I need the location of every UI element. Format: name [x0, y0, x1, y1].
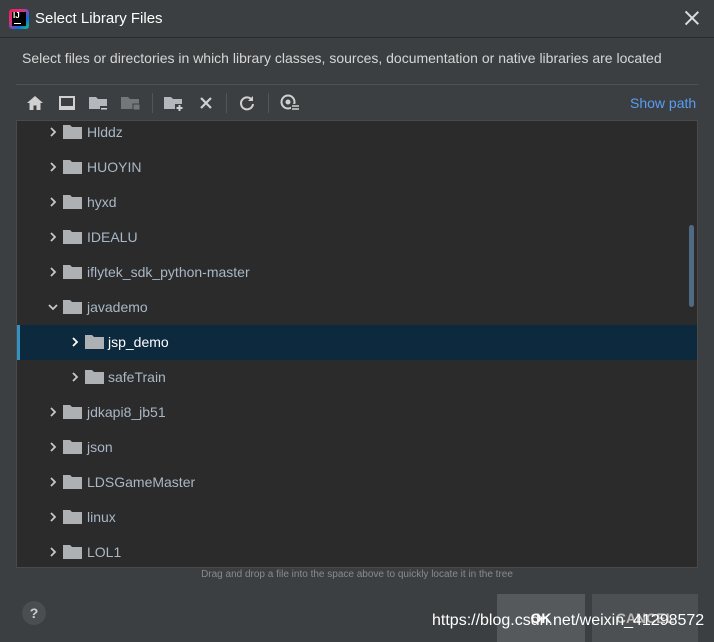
- tree-item-label: safeTrain: [108, 369, 166, 385]
- folder-icon: [63, 160, 82, 174]
- folder-icon: [63, 195, 82, 209]
- tree-row[interactable]: iflytek_sdk_python-master: [17, 255, 697, 290]
- tree-item-label: jsp_demo: [108, 334, 169, 350]
- folder-icon: [63, 405, 82, 419]
- help-button[interactable]: ?: [22, 601, 46, 625]
- toolbar-separator: [268, 93, 269, 113]
- drag-drop-hint: Drag and drop a file into the space abov…: [201, 569, 513, 580]
- title-bar: IJ Select Library Files: [0, 0, 714, 38]
- tree-row[interactable]: LDSGameMaster: [17, 465, 697, 500]
- chevron-right-icon[interactable]: [47, 231, 59, 243]
- tree-scrollbar[interactable]: [689, 225, 694, 307]
- tree-row[interactable]: safeTrain: [17, 360, 697, 395]
- folder-icon: [63, 440, 82, 454]
- dialog-description: Select files or directories in which lib…: [22, 50, 662, 66]
- intellij-logo-icon: IJ: [9, 9, 29, 29]
- tree-row[interactable]: IDEALU: [17, 220, 697, 255]
- chevron-right-icon[interactable]: [47, 476, 59, 488]
- tree-row[interactable]: jdkapi8_jb51: [17, 395, 697, 430]
- folder-icon: [63, 545, 82, 559]
- tree-item-label: LOL1: [87, 544, 122, 560]
- chevron-right-icon[interactable]: [47, 266, 59, 278]
- chevron-right-icon[interactable]: [69, 371, 81, 383]
- toolbar-separator: [152, 93, 153, 113]
- desktop-icon[interactable]: [56, 93, 78, 113]
- chevron-right-icon[interactable]: [47, 511, 59, 523]
- close-icon[interactable]: [682, 8, 702, 28]
- chevron-right-icon[interactable]: [47, 126, 59, 138]
- tree-item-label: hyxd: [87, 194, 117, 210]
- tree-row[interactable]: linux: [17, 500, 697, 535]
- folder-icon: [63, 230, 82, 244]
- toggle-hidden-icon[interactable]: [279, 93, 301, 113]
- folder-icon: [63, 510, 82, 524]
- chevron-right-icon[interactable]: [47, 161, 59, 173]
- folder-icon: [85, 335, 104, 349]
- tree-item-label: LDSGameMaster: [87, 474, 196, 490]
- tree-row[interactable]: LOL1: [17, 535, 697, 567]
- folder-icon: [85, 370, 104, 384]
- tree-row[interactable]: javademo: [17, 290, 697, 325]
- tree-item-label: HUOYIN: [87, 159, 142, 175]
- tree-item-label: iflytek_sdk_python-master: [87, 264, 250, 280]
- chevron-right-icon[interactable]: [47, 441, 59, 453]
- home-icon[interactable]: [24, 93, 46, 113]
- folder-icon: [63, 125, 82, 139]
- tree-row[interactable]: json: [17, 430, 697, 465]
- tree-row-selected[interactable]: jsp_demo: [17, 325, 697, 360]
- tree-row[interactable]: hyxd: [17, 185, 697, 220]
- chevron-right-icon[interactable]: [47, 406, 59, 418]
- tree-item-label: linux: [87, 509, 116, 525]
- tree-item-label: jdkapi8_jb51: [87, 404, 166, 420]
- watermark-text: https://blog.csdn.net/weixin_41298572: [432, 612, 705, 629]
- file-tree[interactable]: Hlddz HUOYIN hyxd IDEALU iflytek_sdk_pyt…: [16, 120, 698, 568]
- tree-item-label: javademo: [87, 299, 148, 315]
- window-title: Select Library Files: [35, 10, 163, 27]
- refresh-icon[interactable]: [236, 93, 258, 113]
- tree-item-label: IDEALU: [87, 229, 138, 245]
- tree-item-label: json: [87, 439, 113, 455]
- chevron-right-icon[interactable]: [47, 196, 59, 208]
- folder-icon: [63, 265, 82, 279]
- chevron-down-icon[interactable]: [47, 301, 59, 313]
- folder-icon: [63, 475, 82, 489]
- delete-icon[interactable]: [195, 93, 217, 113]
- toolbar-separator: [226, 93, 227, 113]
- show-path-link[interactable]: Show path: [630, 95, 696, 111]
- new-folder-icon[interactable]: [163, 93, 185, 113]
- folder-icon: [63, 300, 82, 314]
- project-folder-icon[interactable]: [88, 93, 110, 113]
- module-folder-icon[interactable]: [120, 93, 142, 113]
- tree-row[interactable]: Hlddz: [17, 121, 697, 150]
- file-chooser-toolbar: Show path: [16, 84, 698, 120]
- tree-row[interactable]: HUOYIN: [17, 150, 697, 185]
- chevron-right-icon[interactable]: [69, 336, 81, 348]
- chevron-right-icon[interactable]: [47, 546, 59, 558]
- tree-item-label: Hlddz: [87, 124, 123, 140]
